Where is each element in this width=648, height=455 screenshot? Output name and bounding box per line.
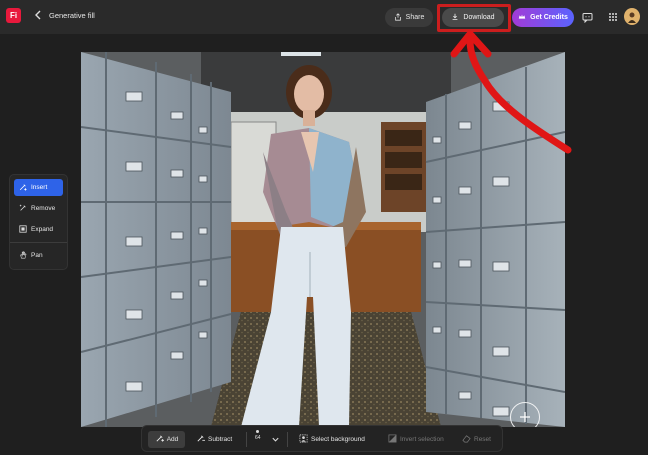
invert-selection-icon [388, 434, 397, 445]
reset-label: Reset [474, 436, 491, 443]
crown-icon [518, 13, 526, 23]
invert-selection-button[interactable]: Invert selection [388, 431, 444, 448]
tool-insert[interactable]: Insert [14, 179, 63, 196]
toolbar-divider [246, 432, 247, 447]
toolbar-divider [287, 432, 288, 447]
tool-pan-label: Pan [31, 252, 43, 259]
tool-panel: Insert Remove Expand Pan [9, 174, 68, 270]
feedback-icon[interactable] [580, 10, 594, 24]
subtract-label: Subtract [208, 436, 233, 443]
tool-insert-label: Insert [31, 184, 48, 191]
brush-size-value: 64 [255, 435, 261, 441]
brush-cursor-plus-icon [510, 402, 540, 427]
subtract-brush-icon [196, 434, 205, 445]
tool-expand[interactable]: Expand [14, 221, 63, 238]
add-button[interactable]: Add [148, 431, 185, 448]
add-brush-icon [155, 434, 164, 445]
share-label: Share [405, 14, 425, 21]
tool-remove-label: Remove [31, 205, 56, 212]
brush-size-chevron-down-icon[interactable] [271, 431, 280, 448]
subtract-button[interactable]: Subtract [196, 431, 232, 448]
invert-selection-label: Invert selection [400, 436, 444, 443]
get-credits-label: Get Credits [530, 14, 568, 21]
avatar[interactable] [624, 8, 640, 25]
remove-icon [19, 204, 27, 214]
annotation-arrow [450, 30, 572, 154]
bottom-toolbar: Add Subtract 64 Select background Invert… [141, 425, 503, 452]
reset-button[interactable]: Reset [462, 431, 491, 448]
tool-expand-label: Expand [31, 226, 54, 233]
select-background-button[interactable]: Select background [299, 431, 365, 448]
select-background-label: Select background [311, 436, 365, 443]
tool-pan[interactable]: Pan [14, 247, 63, 264]
hand-icon [19, 251, 27, 261]
document-title: Generative fill [49, 11, 95, 20]
share-button[interactable]: Share [385, 8, 433, 27]
select-background-icon [299, 434, 308, 445]
apps-grid-icon[interactable] [606, 10, 620, 24]
add-label: Add [166, 436, 179, 443]
get-credits-button[interactable]: Get Credits [512, 8, 574, 27]
tool-remove[interactable]: Remove [14, 200, 63, 217]
tool-divider [10, 242, 67, 243]
share-icon [394, 12, 402, 23]
insert-icon [19, 183, 27, 193]
expand-icon [19, 224, 27, 235]
back-chevron-icon[interactable] [33, 9, 45, 23]
app-logo: Fi [6, 8, 21, 23]
brush-size-control[interactable]: 64 [255, 430, 261, 447]
brush-size-dot-icon [256, 430, 260, 433]
eraser-icon [462, 434, 471, 445]
